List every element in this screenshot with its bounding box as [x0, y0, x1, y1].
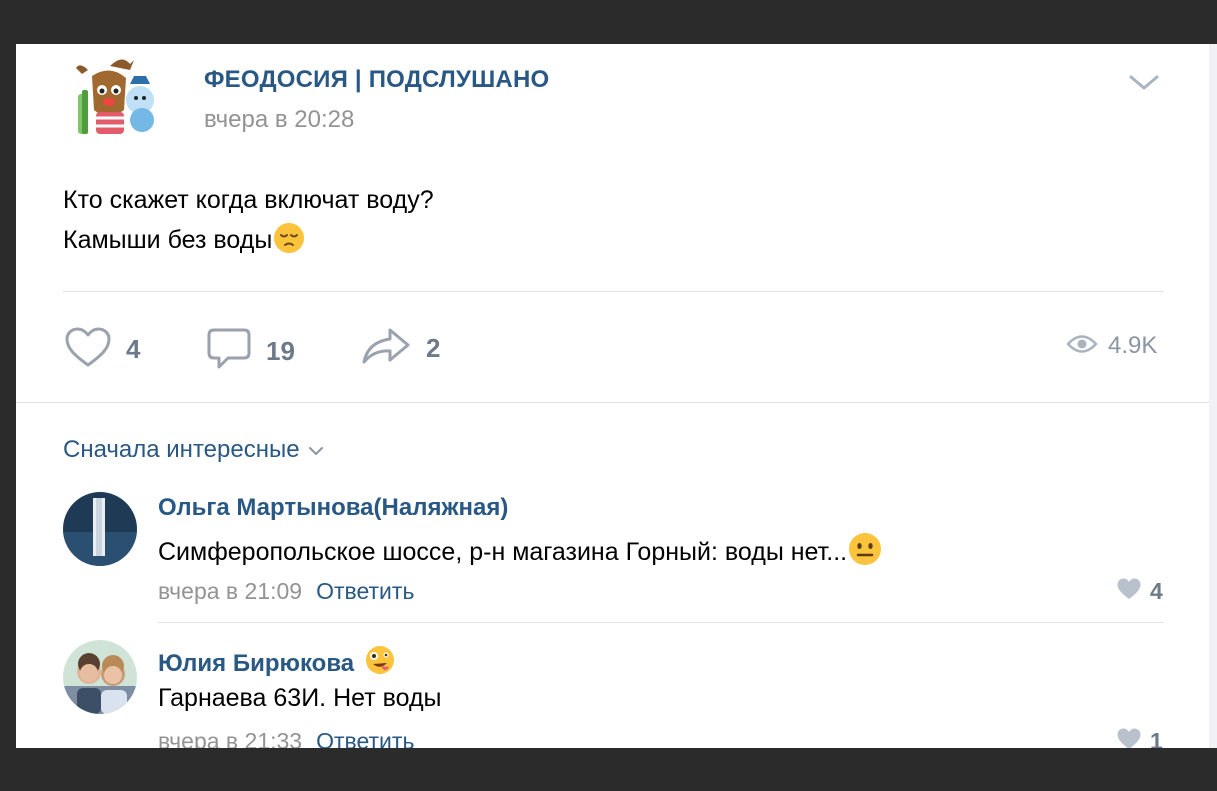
comment-time[interactable]: вчера в 21:09 — [158, 578, 302, 604]
comment-author-name[interactable]: Юлия Бирюкова — [158, 650, 354, 678]
reply-button[interactable]: Ответить — [316, 578, 414, 604]
share-count: 2 — [426, 333, 441, 363]
comment-like-count: 4 — [1150, 578, 1163, 604]
like-count: 4 — [126, 334, 141, 364]
neutral-face-emoji-icon — [848, 532, 882, 573]
comment-like-button[interactable]: 4 — [1116, 577, 1163, 606]
group-avatar[interactable] — [70, 56, 162, 140]
comment-meta: вчера в 21:33 Ответить — [158, 728, 414, 748]
eye-icon — [1066, 333, 1098, 360]
heart-filled-icon — [1116, 577, 1142, 606]
heart-filled-icon — [1116, 727, 1142, 748]
post-text-line-2-text: Камыши без воды — [63, 226, 273, 254]
chevron-down-icon — [308, 436, 324, 464]
post-text-line-2: Камыши без воды — [63, 220, 434, 266]
views-count: 4.9K — [1108, 332, 1158, 359]
like-button[interactable]: 4 — [64, 326, 140, 373]
comment-divider — [158, 622, 1164, 623]
comment-time[interactable]: вчера в 21:33 — [158, 728, 302, 748]
chevron-down-icon[interactable] — [1126, 70, 1162, 94]
comment-text: Гарнаева 63И. Нет воды — [158, 684, 442, 712]
post-card: ФЕОДОСИЯ | ПОДСЛУШАНО вчера в 20:28 Кто … — [16, 44, 1209, 748]
comment-author-avatar[interactable] — [63, 640, 137, 714]
comment-author-name[interactable]: Ольга Мартынова(Наляжная) — [158, 494, 508, 522]
comment-author-name-row: Юлия Бирюкова — [158, 644, 396, 683]
page-background-strip — [1209, 44, 1217, 748]
post-text: Кто скажет когда включат воду? Камыши бе… — [63, 180, 434, 266]
comment-meta: вчера в 21:09 Ответить — [158, 578, 414, 605]
post-text-line-1: Кто скажет когда включат воду? — [63, 186, 434, 214]
comment-like-count: 1 — [1150, 728, 1163, 748]
bottom-bar — [0, 748, 1217, 791]
comment-like-button[interactable]: 1 — [1116, 727, 1163, 748]
views-counter: 4.9K — [1066, 332, 1157, 360]
group-avatar-image — [76, 59, 154, 134]
comment-count: 19 — [266, 336, 295, 366]
comment-text: Симферопольское шоссе, р-н магазина Горн… — [158, 532, 882, 573]
comment-icon — [206, 326, 252, 377]
comments-divider — [16, 402, 1209, 403]
post-time[interactable]: вчера в 20:28 — [204, 106, 354, 134]
reply-button[interactable]: Ответить — [316, 728, 414, 748]
share-arrow-icon — [360, 326, 412, 371]
comment-text-body: Симферопольское шоссе, р-н магазина Горн… — [158, 538, 848, 566]
zany-face-emoji-icon — [364, 644, 396, 683]
sort-label: Сначала интересные — [63, 436, 300, 463]
comments-button[interactable]: 19 — [206, 326, 295, 377]
pensive-face-emoji-icon — [273, 222, 305, 266]
share-button[interactable]: 2 — [360, 326, 440, 371]
group-name[interactable]: ФЕОДОСИЯ | ПОДСЛУШАНО — [204, 66, 549, 94]
post-divider — [63, 291, 1164, 292]
comments-sort-dropdown[interactable]: Сначала интересные — [63, 436, 324, 464]
comment-author-avatar[interactable] — [63, 492, 137, 566]
heart-icon — [64, 326, 112, 373]
